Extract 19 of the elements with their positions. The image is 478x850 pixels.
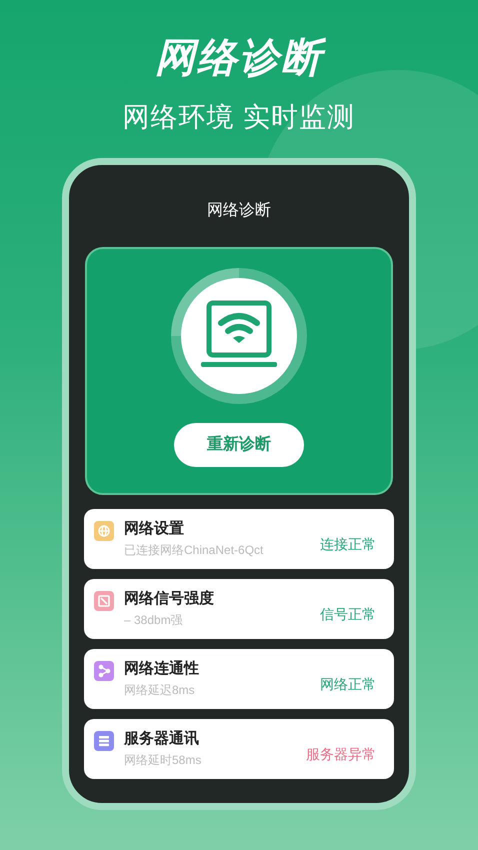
item-status: 服务器异常 bbox=[306, 744, 376, 764]
subheadline: 网络环境 实时监测 bbox=[122, 101, 356, 134]
diagnosis-item[interactable]: 网络连通性 网络延迟8ms 网络正常 bbox=[84, 649, 394, 709]
screen-title: 网络诊断 bbox=[207, 201, 271, 221]
item-detail: 已连接网络ChinaNet-6Qct bbox=[124, 542, 264, 558]
item-status: 网络正常 bbox=[320, 674, 376, 694]
item-title: 网络连通性 bbox=[124, 659, 200, 679]
item-detail: – 38dbm强 bbox=[124, 612, 184, 628]
item-title: 网络信号强度 bbox=[124, 589, 215, 609]
diagnosis-item[interactable]: 网络信号强度 – 38dbm强 信号正常 bbox=[84, 579, 394, 639]
rediagnose-button[interactable]: 重新诊断 bbox=[174, 423, 304, 467]
item-detail: 网络延迟8ms bbox=[124, 682, 196, 698]
item-title: 网络设置 bbox=[124, 519, 185, 539]
item-detail: 网络延时58ms bbox=[124, 752, 202, 768]
item-status: 信号正常 bbox=[320, 604, 376, 624]
diagnosis-item[interactable]: 网络设置 已连接网络ChinaNet-6Qct 连接正常 bbox=[84, 509, 394, 569]
diagnosis-item[interactable]: 服务器通讯 网络延时58ms 服务器异常 bbox=[84, 719, 394, 779]
item-title: 服务器通讯 bbox=[124, 729, 200, 749]
item-status: 连接正常 bbox=[320, 534, 376, 554]
